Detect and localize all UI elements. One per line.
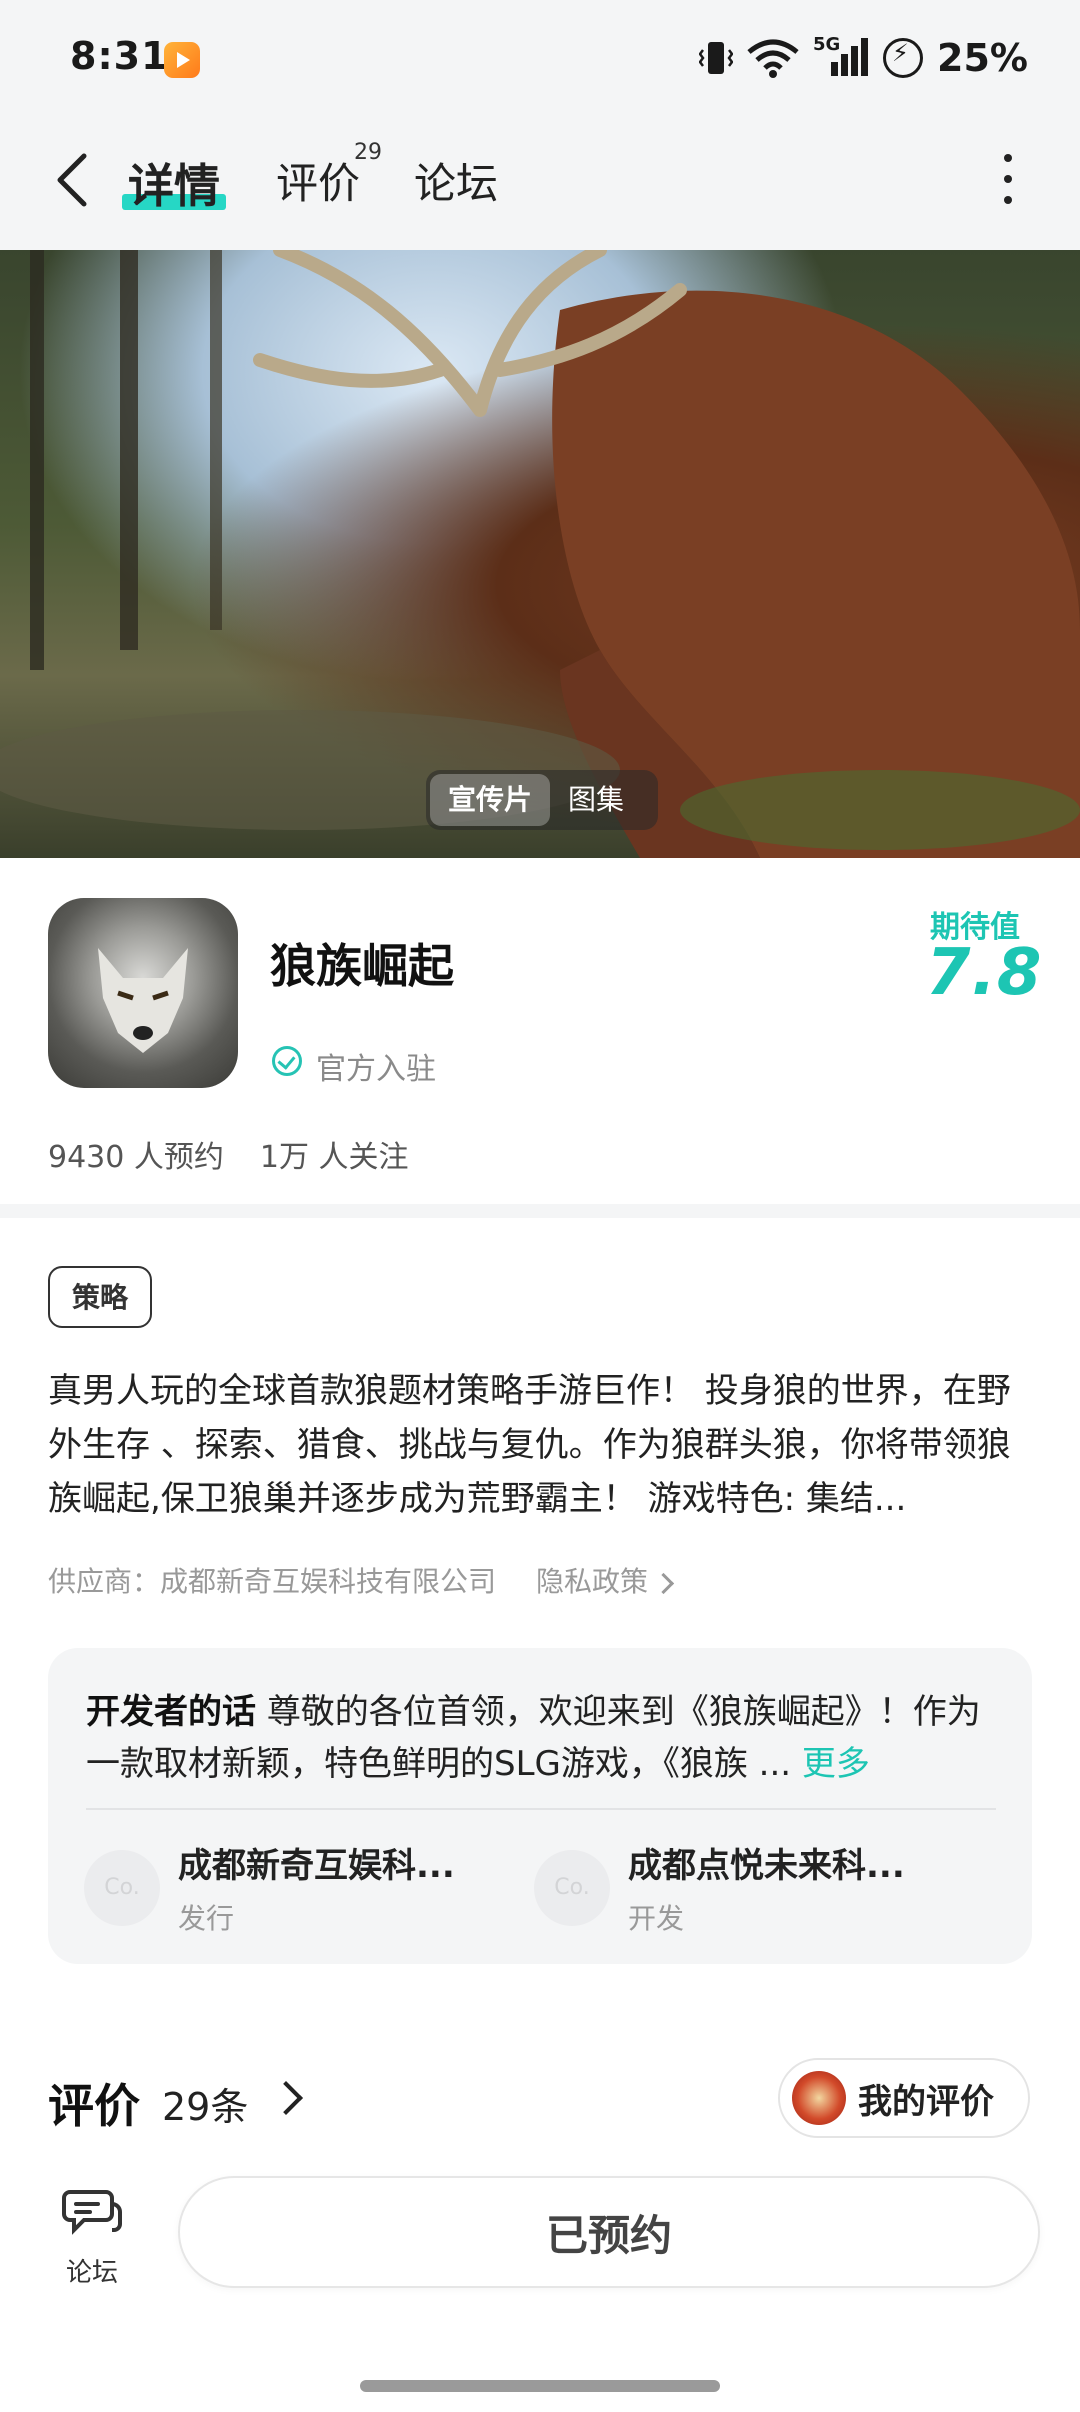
status-time: 8:31 (70, 34, 169, 78)
battery-level: 25% (937, 36, 1028, 80)
company-name: 成都新奇互娱科... (178, 1846, 455, 1886)
media-toggle: 宣传片 图集 (426, 770, 658, 830)
follower-count: 1万 人关注 (259, 1140, 409, 1175)
reviews-count[interactable]: 29条 (162, 2076, 248, 2131)
back-button[interactable] (50, 148, 94, 212)
verified-icon (272, 1046, 302, 1076)
company-role: 发行 (178, 1902, 235, 1935)
reservation-count: 9430 人预约 (48, 1140, 224, 1175)
developer-item[interactable]: Co. 成都点悦未来科... 开发 (534, 1838, 905, 1937)
avatar (792, 2071, 846, 2125)
reviews-title[interactable]: 评价 (48, 2070, 140, 2136)
supplier-text: 供应商：成都新奇互娱科技有限公司 (48, 1565, 497, 1598)
company-avatar: Co. (84, 1849, 160, 1926)
expectation-score: 7.8 (926, 936, 1043, 1010)
tab-reviews[interactable]: 评价 (276, 150, 360, 211)
company-role: 开发 (628, 1902, 685, 1935)
more-options-button[interactable] (990, 154, 1026, 204)
game-title: 狼族崛起 (270, 939, 454, 993)
hero-artwork (0, 250, 1080, 858)
game-stats: 9430 人预约 1万 人关注 (48, 1132, 409, 1176)
chevron-right-icon (652, 1572, 675, 1595)
home-indicator[interactable] (360, 2380, 720, 2392)
media-tab-trailer[interactable]: 宣传片 (430, 774, 551, 826)
forum-label[interactable]: 论坛 (66, 2252, 118, 2289)
forum-icon[interactable] (62, 2184, 122, 2238)
privacy-policy-label: 隐私政策 (536, 1565, 649, 1598)
game-icon (48, 898, 238, 1088)
tab-reviews-badge: 29 (354, 140, 382, 165)
developer-more-link[interactable]: 更多 (802, 1744, 870, 1784)
category-tag[interactable]: 策略 (48, 1266, 153, 1328)
developer-message[interactable]: 开发者的话 尊敬的各位首领，欢迎来到《狼族崛起》！作为一款取材新颖，特色鲜明的S… (86, 1686, 996, 1790)
chevron-right-icon[interactable] (269, 2081, 303, 2115)
vibrate-icon (699, 42, 734, 74)
wolf-icon (98, 948, 188, 1053)
media-tab-gallery[interactable]: 图集 (550, 774, 642, 826)
reserved-button[interactable]: 已预约 (178, 2176, 1040, 2288)
tab-forum[interactable]: 论坛 (414, 150, 498, 211)
my-review-label: 我的评价 (858, 2081, 994, 2122)
game-description[interactable]: 真男人玩的全球首款狼题材策略手游巨作！ 投身狼的世界，在野外生存 、探索、猎食、… (48, 1364, 1038, 1526)
wifi-icon (747, 39, 799, 78)
signal-icon: 5G (813, 34, 869, 78)
developer-heading: 开发者的话 (86, 1692, 256, 1732)
app-badge-icon (164, 42, 200, 78)
status-icons: 5G 25% (699, 34, 1028, 80)
official-label: 官方入驻 (316, 1052, 436, 1087)
company-name: 成都点悦未来科... (628, 1846, 905, 1886)
supplier-row: 供应商：成都新奇互娱科技有限公司 隐私政策 (48, 1560, 675, 1600)
publisher-item[interactable]: Co. 成都新奇互娱科... 发行 (84, 1838, 455, 1937)
developer-divider (86, 1808, 996, 1810)
hero-banner[interactable]: 宣传片 图集 (0, 250, 1080, 858)
company-avatar: Co. (534, 1849, 610, 1926)
tab-details[interactable]: 详情 (128, 150, 220, 216)
my-review-button[interactable]: 我的评价 (778, 2058, 1030, 2138)
privacy-policy-link[interactable]: 隐私政策 (536, 1560, 675, 1600)
section-divider (0, 1204, 1080, 1218)
battery-charging-icon (883, 38, 924, 78)
